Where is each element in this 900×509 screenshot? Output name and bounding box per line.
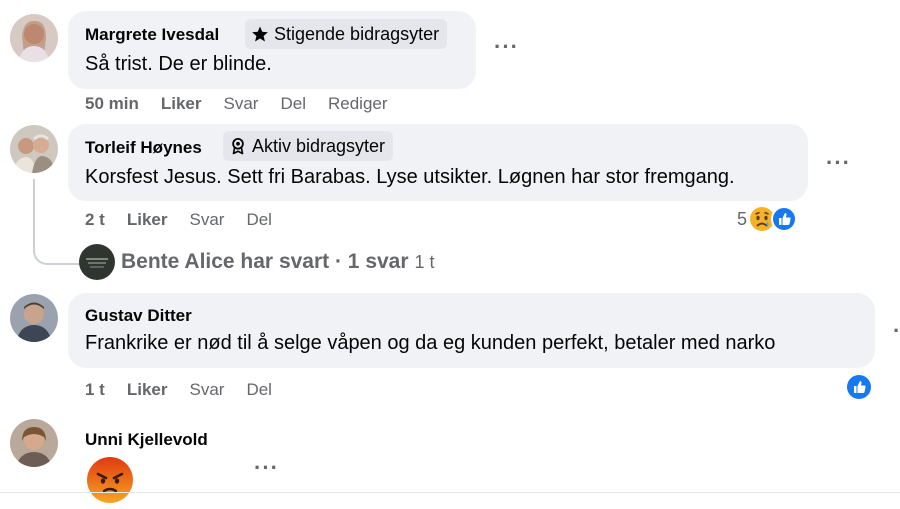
reply-summary[interactable]: Bente Alice har svart · 1 svar 1 t: [79, 244, 435, 280]
avatar[interactable]: [10, 294, 58, 342]
contributor-badge[interactable]: Stigende bidragsyter: [245, 19, 448, 49]
avatar[interactable]: [10, 125, 58, 173]
more-options-button[interactable]: ···: [494, 34, 519, 60]
reply-summary-text[interactable]: Bente Alice har svart · 1 svar: [121, 250, 409, 274]
reply-button[interactable]: Svar: [224, 94, 259, 114]
more-options-button[interactable]: ···: [826, 150, 851, 176]
like-button[interactable]: Liker: [161, 94, 202, 114]
reply-button[interactable]: Svar: [189, 210, 224, 230]
badge-label: Aktiv bidragsyter: [252, 135, 386, 156]
like-button[interactable]: Liker: [127, 380, 168, 400]
like-reaction-icon: [847, 375, 871, 399]
more-options-button[interactable]: ·: [893, 318, 900, 344]
like-button[interactable]: Liker: [127, 210, 168, 230]
reply-timestamp: 1 t: [414, 251, 435, 272]
avatar[interactable]: [10, 14, 58, 62]
share-button[interactable]: Del: [280, 94, 306, 114]
reactions-summary[interactable]: [846, 374, 872, 400]
comment-bubble: [68, 293, 875, 368]
divider: [0, 492, 900, 493]
comment-text: Frankrike er nød til å selge våpen og da…: [85, 332, 776, 354]
contributor-badge[interactable]: Aktiv bidragsyter: [223, 131, 394, 161]
reactions-summary[interactable]: 5: [737, 206, 798, 232]
angry-sticker-icon: [86, 456, 134, 509]
star-icon: [252, 26, 268, 42]
comment-text: Korsfest Jesus. Sett fri Barabas. Lyse u…: [85, 166, 735, 188]
avatar[interactable]: [10, 419, 58, 467]
edit-button[interactable]: Rediger: [328, 94, 388, 114]
comment-author[interactable]: Unni Kjellevold: [85, 430, 208, 450]
comment-author[interactable]: Gustav Ditter: [85, 306, 192, 326]
reaction-count: 5: [737, 208, 748, 229]
award-icon: [232, 137, 244, 155]
avatar: [79, 244, 115, 280]
share-button[interactable]: Del: [246, 380, 272, 400]
badge-label: Stigende bidragsyter: [274, 23, 440, 44]
comment-bubble: [68, 124, 808, 201]
reply-button[interactable]: Svar: [189, 380, 224, 400]
comment-author[interactable]: Torleif Høynes: [85, 138, 202, 158]
comment-actions: 2 t Liker Svar Del: [85, 210, 294, 230]
comment-timestamp[interactable]: 50 min: [85, 94, 139, 114]
more-options-button[interactable]: ···: [254, 455, 279, 481]
comment-author[interactable]: Margrete Ivesdal: [85, 25, 219, 45]
comment-actions: 1 t Liker Svar Del: [85, 380, 294, 400]
comment-text: Så trist. De er blinde.: [85, 53, 272, 75]
share-button[interactable]: Del: [246, 210, 272, 230]
like-reaction-icon: [771, 206, 798, 232]
comment-timestamp[interactable]: 1 t: [85, 380, 105, 400]
comment-actions: 50 min Liker Svar Del Rediger: [85, 94, 410, 114]
comment-timestamp[interactable]: 2 t: [85, 210, 105, 230]
